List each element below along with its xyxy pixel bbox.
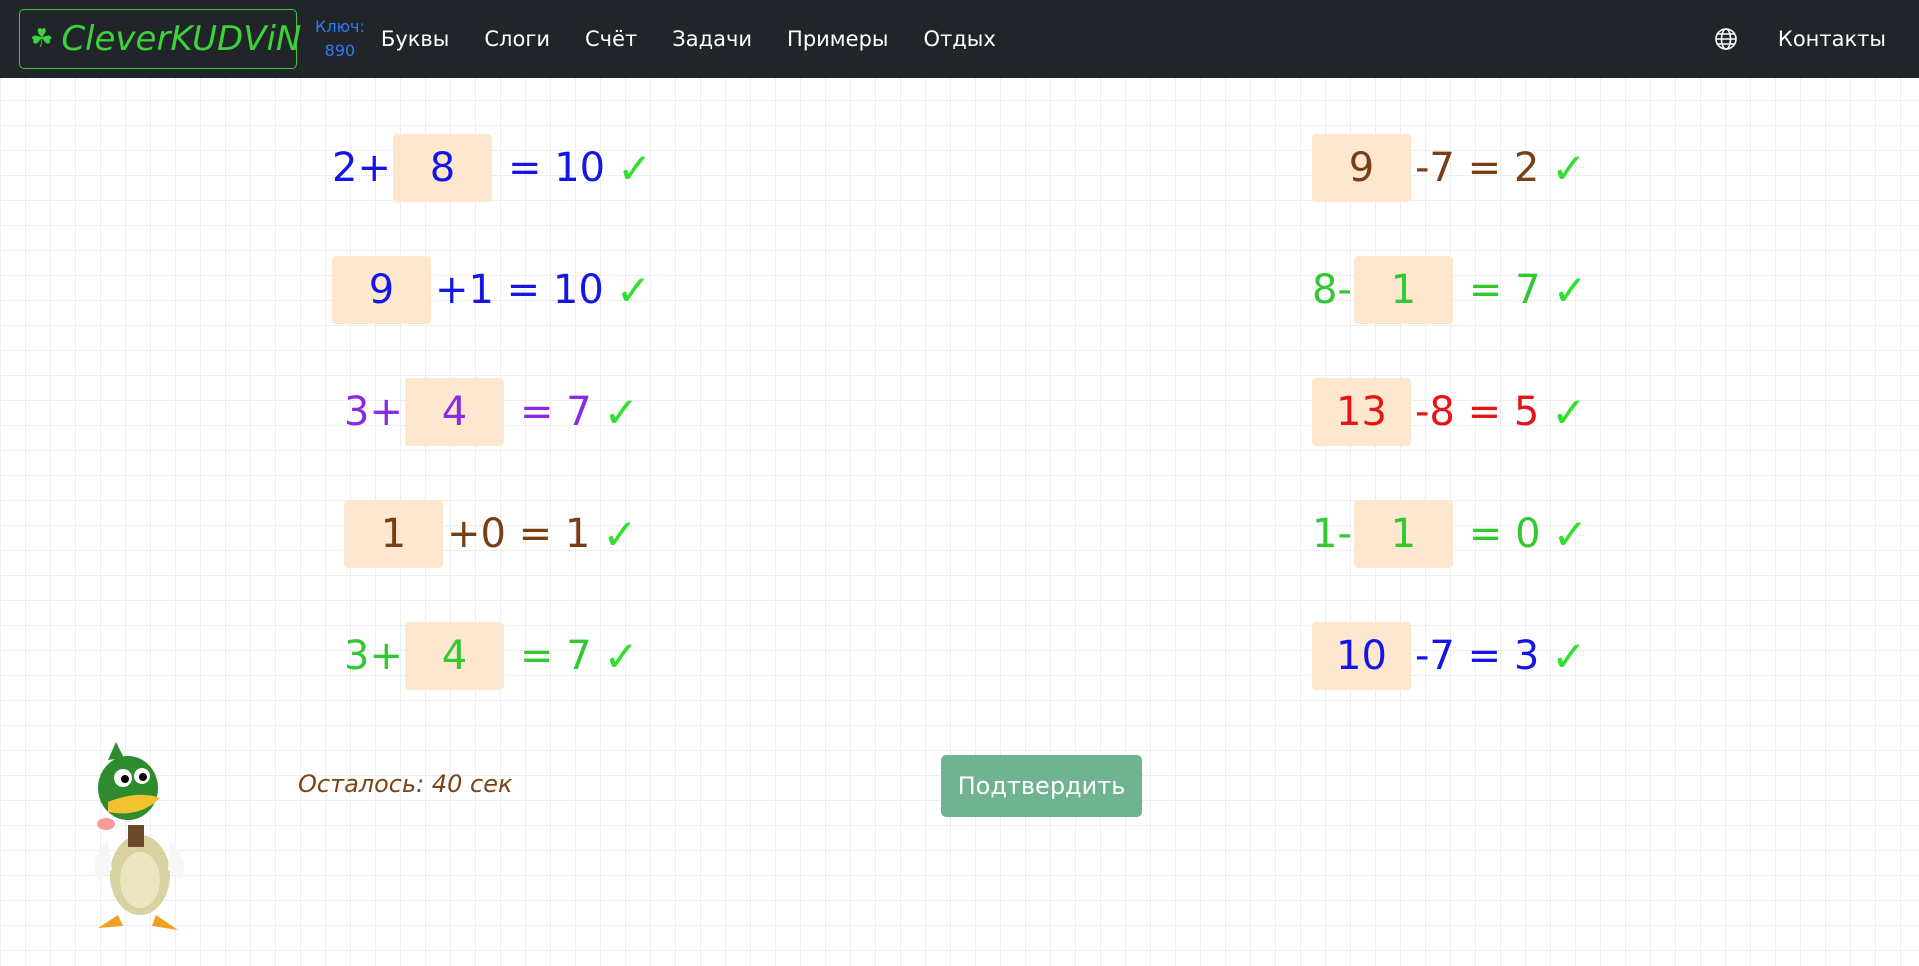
nav-item-rest[interactable]: Отдых: [923, 27, 995, 51]
timer-text: Осталось: 40 сек: [298, 770, 513, 798]
key-indicator: Ключ: 890: [315, 15, 365, 63]
answer-box[interactable]: 8: [392, 134, 492, 202]
equation-prefix: 8-: [1312, 267, 1352, 313]
clover-icon: ☘: [30, 24, 54, 54]
checkmark-icon: ✓: [1551, 387, 1587, 437]
brand-logo[interactable]: ☘ CleverKUDViN: [19, 9, 301, 69]
answer-box[interactable]: 1: [1353, 256, 1453, 324]
nav-item-counting[interactable]: Счёт: [585, 27, 637, 51]
answer-box[interactable]: 13: [1312, 378, 1411, 446]
checkmark-icon: ✓: [603, 631, 639, 681]
equation-row: 10 -7 = 3 ✓: [1312, 622, 1586, 690]
answer-box[interactable]: 9: [1312, 134, 1411, 202]
equation-suffix: -7 = 3: [1415, 633, 1540, 679]
submit-button[interactable]: Подтвердить: [941, 755, 1142, 817]
equation-suffix: +0 = 1: [447, 511, 591, 557]
nav-item-examples[interactable]: Примеры: [787, 27, 888, 51]
key-label: Ключ:: [315, 17, 365, 36]
equation-row: 8- 1 = 7 ✓: [1312, 256, 1588, 324]
checkmark-icon: ✓: [1552, 265, 1588, 315]
answer-box[interactable]: 9: [332, 256, 431, 324]
equation-prefix: 2+: [332, 145, 391, 191]
equation-suffix: -7 = 2: [1415, 145, 1540, 191]
answer-box[interactable]: 4: [404, 622, 504, 690]
equation-row: 2+ 8 = 10 ✓: [332, 134, 652, 202]
equation-row: 1 +0 = 1 ✓: [344, 500, 638, 568]
answer-box[interactable]: 4: [404, 378, 504, 446]
answer-box[interactable]: 10: [1312, 622, 1411, 690]
equation-prefix: 3+: [344, 633, 403, 679]
equation-row: 9 -7 = 2 ✓: [1312, 134, 1586, 202]
equation-suffix: = 7: [519, 389, 592, 435]
equation-suffix: +1 = 10: [435, 267, 604, 313]
answer-box[interactable]: 1: [344, 500, 443, 568]
equation-row: 3+ 4 = 7 ✓: [344, 378, 639, 446]
equation-suffix: = 0: [1468, 511, 1541, 557]
equation-row: 1- 1 = 0 ✓: [1312, 500, 1588, 568]
brand-name: CleverKUDViN: [61, 19, 302, 59]
globe-icon[interactable]: [1714, 27, 1738, 51]
equation-suffix: = 7: [1468, 267, 1541, 313]
equation-prefix: 1-: [1312, 511, 1352, 557]
nav-item-tasks[interactable]: Задачи: [672, 27, 752, 51]
duck-mascot: [94, 742, 185, 930]
nav-right: Контакты: [1714, 27, 1886, 51]
nav-menu: Буквы Слоги Счёт Задачи Примеры Отдых: [381, 27, 1031, 51]
equation-row: 13 -8 = 5 ✓: [1312, 378, 1586, 446]
checkmark-icon: ✓: [1551, 631, 1587, 681]
checkmark-icon: ✓: [602, 509, 638, 559]
nav-item-syllables[interactable]: Слоги: [484, 27, 550, 51]
key-value: 890: [324, 41, 356, 60]
checkmark-icon: ✓: [617, 143, 653, 193]
equation-row: 3+ 4 = 7 ✓: [344, 622, 639, 690]
checkmark-icon: ✓: [603, 387, 639, 437]
checkmark-icon: ✓: [1551, 143, 1587, 193]
equation-suffix: = 7: [519, 633, 592, 679]
equation-prefix: 3+: [344, 389, 403, 435]
checkmark-icon: ✓: [615, 265, 652, 315]
equation-suffix: = 10: [507, 145, 606, 191]
nav-item-contacts[interactable]: Контакты: [1778, 27, 1886, 51]
nav-item-letters[interactable]: Буквы: [381, 27, 449, 51]
top-navbar: ☘ CleverKUDViN Ключ: 890 Буквы Слоги Счё…: [0, 0, 1919, 78]
equation-row: 9 +1 = 10 ✓: [332, 256, 651, 324]
answer-box[interactable]: 1: [1353, 500, 1453, 568]
checkmark-icon: ✓: [1552, 509, 1588, 559]
equation-suffix: -8 = 5: [1415, 389, 1540, 435]
